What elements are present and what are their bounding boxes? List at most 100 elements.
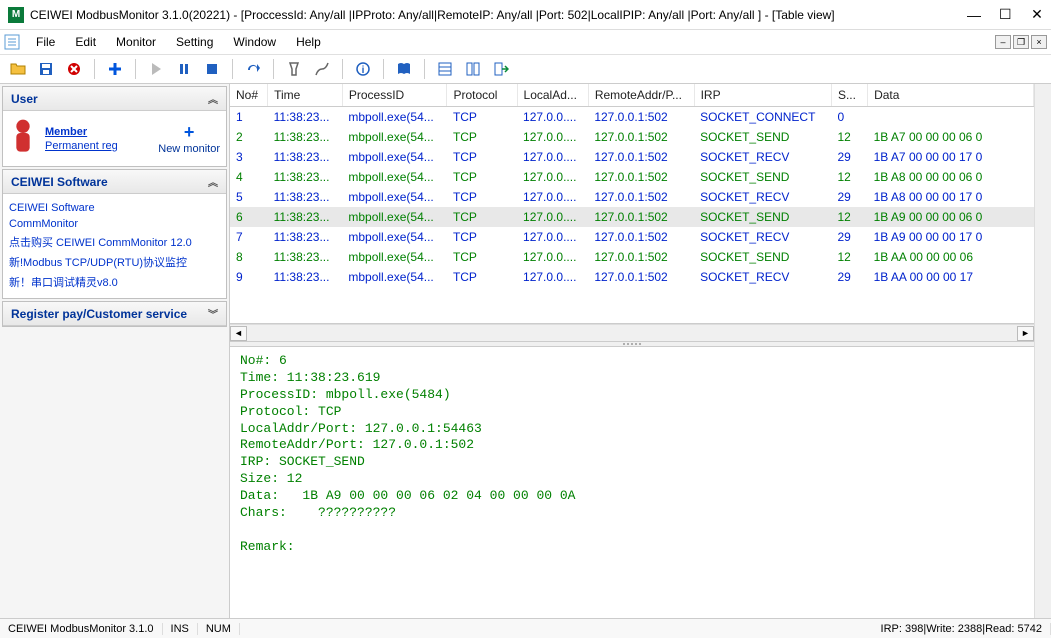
cell-data: 1B A8 00 00 00 06 0	[868, 167, 1034, 187]
table-row[interactable]: 511:38:23...mbpoll.exe(54...TCP127.0.0..…	[230, 187, 1034, 207]
menu-help[interactable]: Help	[288, 33, 329, 51]
cell-size: 12	[831, 127, 867, 147]
open-button[interactable]	[6, 57, 30, 81]
table-row[interactable]: 811:38:23...mbpoll.exe(54...TCP127.0.0..…	[230, 247, 1034, 267]
menu-file[interactable]: File	[28, 33, 63, 51]
cell-proc: mbpoll.exe(54...	[342, 127, 447, 147]
packet-table[interactable]: No#TimeProcessIDProtocolLocalAd...Remote…	[230, 84, 1034, 324]
cell-remote: 127.0.0.1:502	[588, 147, 694, 167]
cell-proc: mbpoll.exe(54...	[342, 107, 447, 128]
status-counts: IRP: 398|Write: 2388|Read: 5742	[873, 623, 1051, 635]
play-button[interactable]	[144, 57, 168, 81]
table-row[interactable]: 311:38:23...mbpoll.exe(54...TCP127.0.0..…	[230, 147, 1034, 167]
cell-proto: TCP	[447, 227, 517, 247]
minimize-button[interactable]: —	[967, 7, 979, 23]
cell-no: 6	[230, 207, 268, 227]
table-row[interactable]: 211:38:23...mbpoll.exe(54...TCP127.0.0..…	[230, 127, 1034, 147]
exit-button[interactable]	[489, 57, 513, 81]
filter-button[interactable]	[310, 57, 334, 81]
cell-proc: mbpoll.exe(54...	[342, 267, 447, 287]
menu-monitor[interactable]: Monitor	[108, 33, 164, 51]
user-panel-header[interactable]: User ︽	[3, 87, 226, 111]
cell-size: 29	[831, 147, 867, 167]
menu-setting[interactable]: Setting	[168, 33, 221, 51]
menu-edit[interactable]: Edit	[67, 33, 104, 51]
mdi-controls: – ❐ ×	[995, 35, 1047, 49]
sidebar-link-2[interactable]: 点击购买 CEIWEI CommMonitor 12.0	[9, 232, 220, 252]
table-row[interactable]: 711:38:23...mbpoll.exe(54...TCP127.0.0..…	[230, 227, 1034, 247]
book-button[interactable]	[392, 57, 416, 81]
cell-no: 4	[230, 167, 268, 187]
member-link[interactable]: Member	[45, 126, 118, 138]
column-header[interactable]: No#	[230, 84, 268, 107]
close-button[interactable]: ✕	[1031, 6, 1043, 23]
table-row[interactable]: 411:38:23...mbpoll.exe(54...TCP127.0.0..…	[230, 167, 1034, 187]
table-row[interactable]: 111:38:23...mbpoll.exe(54...TCP127.0.0..…	[230, 107, 1034, 128]
window-controls: — ☐ ✕	[967, 6, 1043, 23]
save-button[interactable]	[34, 57, 58, 81]
tools-button[interactable]	[282, 57, 306, 81]
cell-proc: mbpoll.exe(54...	[342, 247, 447, 267]
scroll-right-button[interactable]: ►	[1017, 326, 1034, 341]
cell-irp: SOCKET_SEND	[694, 167, 831, 187]
scroll-left-button[interactable]: ◄	[230, 326, 247, 341]
pause-button[interactable]	[172, 57, 196, 81]
mdi-minimize[interactable]: –	[995, 35, 1011, 49]
column-header[interactable]: S...	[831, 84, 867, 107]
cell-time: 11:38:23...	[268, 127, 343, 147]
column-header[interactable]: IRP	[694, 84, 831, 107]
permanent-reg-link[interactable]: Permanent reg	[45, 140, 118, 152]
cell-time: 11:38:23...	[268, 267, 343, 287]
collapse-icon: ︽	[208, 91, 218, 106]
stop-button[interactable]	[200, 57, 224, 81]
info-button[interactable]: i	[351, 57, 375, 81]
sidebar-link-0[interactable]: CEIWEI Software	[9, 200, 220, 216]
register-panel-header[interactable]: Register pay/Customer service ︾	[3, 302, 226, 326]
vertical-scrollbar[interactable]	[1034, 84, 1051, 618]
mdi-restore[interactable]: ❐	[1013, 35, 1029, 49]
table-row[interactable]: 611:38:23...mbpoll.exe(54...TCP127.0.0..…	[230, 207, 1034, 227]
sidebar-link-4[interactable]: 新！串口调试精灵v8.0	[9, 272, 220, 292]
column-header[interactable]: ProcessID	[342, 84, 447, 107]
column-header[interactable]: Time	[268, 84, 343, 107]
column-header[interactable]: Data	[868, 84, 1034, 107]
new-monitor-button[interactable]: + New monitor	[158, 122, 220, 155]
redo-button[interactable]	[241, 57, 265, 81]
cell-proc: mbpoll.exe(54...	[342, 187, 447, 207]
table-row[interactable]: 911:38:23...mbpoll.exe(54...TCP127.0.0..…	[230, 267, 1034, 287]
maximize-button[interactable]: ☐	[999, 6, 1011, 23]
add-button[interactable]	[103, 57, 127, 81]
split-view-button[interactable]	[461, 57, 485, 81]
cell-remote: 127.0.0.1:502	[588, 127, 694, 147]
collapse-icon: ︽	[208, 174, 218, 189]
list-view-button[interactable]	[433, 57, 457, 81]
app-menu-icon	[4, 34, 20, 50]
delete-button[interactable]	[62, 57, 86, 81]
cell-proto: TCP	[447, 127, 517, 147]
cell-proto: TCP	[447, 267, 517, 287]
cell-no: 5	[230, 187, 268, 207]
cell-local: 127.0.0....	[517, 207, 588, 227]
cell-proto: TCP	[447, 187, 517, 207]
cell-no: 8	[230, 247, 268, 267]
cell-local: 127.0.0....	[517, 227, 588, 247]
software-panel-header[interactable]: CEIWEI Software ︽	[3, 170, 226, 194]
menu-window[interactable]: Window	[225, 33, 284, 51]
cell-data: 1B A8 00 00 00 17 0	[868, 187, 1034, 207]
sidebar-link-3[interactable]: 新!Modbus TCP/UDP(RTU)协议监控	[9, 252, 220, 272]
cell-no: 3	[230, 147, 268, 167]
column-header[interactable]: LocalAd...	[517, 84, 588, 107]
horizontal-scrollbar[interactable]: ◄ ►	[230, 324, 1034, 341]
column-header[interactable]: Protocol	[447, 84, 517, 107]
cell-data: 1B AA 00 00 00 17	[868, 267, 1034, 287]
window-title: CEIWEI ModbusMonitor 3.1.0(20221) - [Pro…	[30, 8, 967, 22]
cell-proto: TCP	[447, 167, 517, 187]
register-panel: Register pay/Customer service ︾	[2, 301, 227, 327]
cell-local: 127.0.0....	[517, 167, 588, 187]
mdi-close[interactable]: ×	[1031, 35, 1047, 49]
cell-proto: TCP	[447, 107, 517, 128]
column-header[interactable]: RemoteAddr/P...	[588, 84, 694, 107]
sidebar-link-1[interactable]: CommMonitor	[9, 216, 220, 232]
status-app: CEIWEI ModbusMonitor 3.1.0	[0, 623, 163, 635]
cell-remote: 127.0.0.1:502	[588, 167, 694, 187]
